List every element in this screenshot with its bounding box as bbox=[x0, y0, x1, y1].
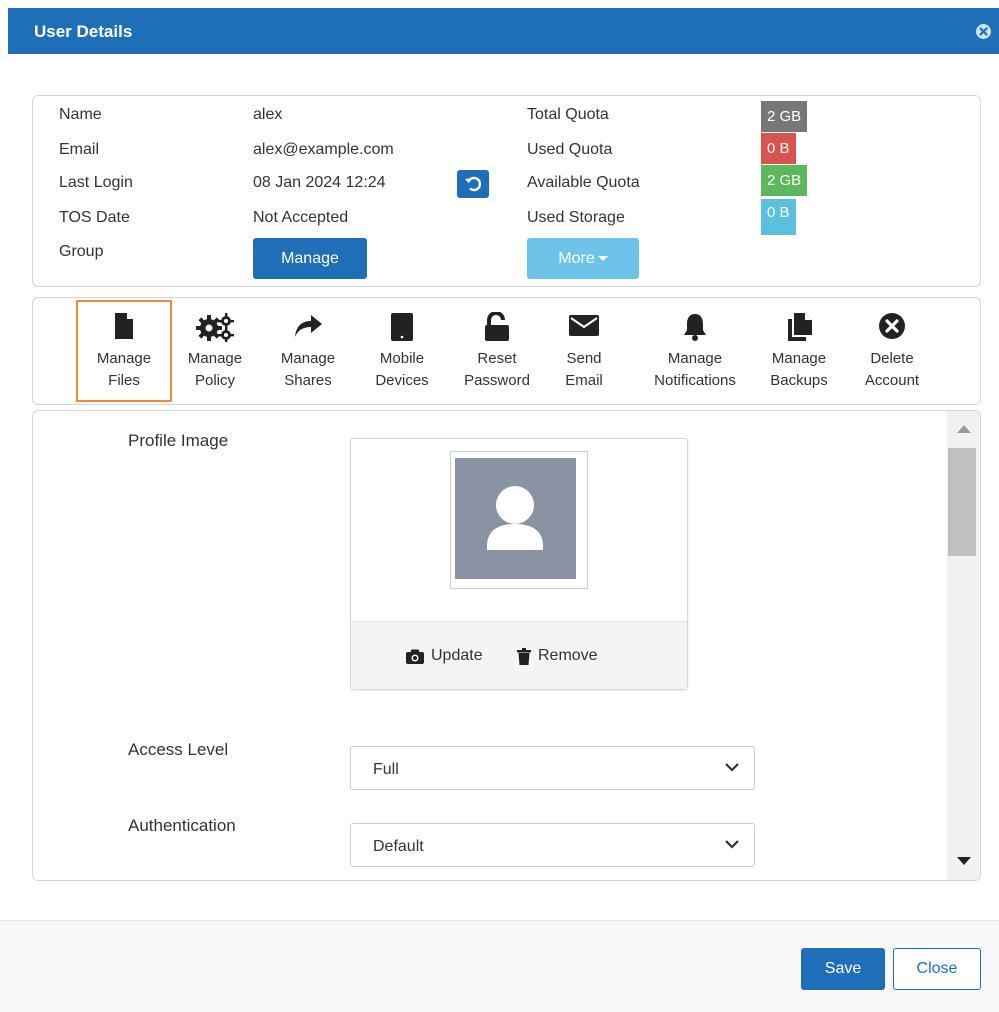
manage-notifications-label2: Notifications bbox=[654, 372, 736, 389]
scrollbar-thumb[interactable] bbox=[948, 448, 976, 556]
email-value: alex@example.com bbox=[253, 141, 394, 158]
reset-login-button[interactable] bbox=[457, 170, 489, 198]
available-quota-label: Available Quota bbox=[527, 174, 640, 191]
more-dropdown-button[interactable]: More bbox=[527, 238, 639, 279]
caret-down-icon bbox=[597, 256, 608, 262]
vertical-scrollbar[interactable] bbox=[947, 411, 980, 880]
mobile-devices-label2: Devices bbox=[375, 372, 429, 389]
email-label: Email bbox=[59, 141, 100, 158]
user-settings-panel: Profile Image Update Remove Access Level… bbox=[32, 410, 981, 881]
more-button-label: More bbox=[558, 250, 595, 267]
manage-shares-button[interactable]: Manage Shares bbox=[262, 302, 354, 400]
mobile-devices-label1: Mobile bbox=[379, 350, 425, 367]
tos-date-value: Not Accepted bbox=[253, 209, 349, 226]
available-quota-badge: 2 GB bbox=[761, 165, 808, 196]
reset-password-label1: Reset bbox=[477, 350, 517, 367]
group-manage-button[interactable]: Manage bbox=[253, 238, 367, 279]
manage-shares-label2: Shares bbox=[284, 372, 332, 389]
dialog-title: User Details bbox=[34, 22, 133, 41]
manage-shares-label1: Manage bbox=[280, 350, 336, 367]
reset-password-button[interactable]: Reset Password bbox=[451, 302, 543, 400]
manage-files-button[interactable]: Manage Files bbox=[76, 300, 172, 402]
delete-account-button[interactable]: Delete Account bbox=[846, 302, 938, 400]
tablet-icon bbox=[391, 313, 413, 341]
name-value: alex bbox=[253, 106, 283, 123]
access-level-value: Full bbox=[373, 761, 399, 778]
authentication-select[interactable]: Default bbox=[350, 823, 755, 867]
close-button[interactable]: Close bbox=[893, 948, 981, 990]
access-level-label: Access Level bbox=[128, 740, 229, 759]
manage-backups-label2: Backups bbox=[770, 372, 828, 389]
gears-icon bbox=[196, 313, 234, 342]
manage-files-label2: Files bbox=[108, 372, 140, 389]
profile-card-footer: Update Remove bbox=[351, 621, 687, 689]
delete-circle-icon bbox=[879, 313, 905, 339]
close-icon[interactable] bbox=[976, 24, 991, 39]
send-email-button[interactable]: Send Email bbox=[538, 302, 630, 400]
used-storage-badge: 0 B bbox=[761, 199, 796, 235]
scroll-down-arrow-icon[interactable] bbox=[957, 857, 971, 865]
access-level-select[interactable]: Full bbox=[350, 746, 755, 790]
manage-policy-button[interactable]: Manage Policy bbox=[169, 302, 261, 400]
total-quota-badge: 2 GB bbox=[761, 101, 808, 132]
delete-account-label1: Delete bbox=[870, 350, 914, 367]
files-icon bbox=[788, 313, 812, 341]
used-quota-badge: 0 B bbox=[761, 133, 796, 164]
scroll-up-arrow-icon[interactable] bbox=[957, 425, 971, 433]
authentication-value: Default bbox=[373, 838, 424, 855]
authentication-label: Authentication bbox=[128, 816, 236, 835]
avatar-frame bbox=[450, 451, 588, 589]
manage-notifications-button[interactable]: Manage Notifications bbox=[641, 302, 749, 400]
name-label: Name bbox=[59, 106, 102, 123]
avatar bbox=[455, 458, 576, 579]
send-email-label1: Send bbox=[566, 350, 602, 367]
remove-label: Remove bbox=[538, 647, 598, 664]
used-storage-label: Used Storage bbox=[527, 209, 625, 226]
mobile-devices-button[interactable]: Mobile Devices bbox=[356, 302, 448, 400]
dialog-titlebar: User Details bbox=[8, 8, 999, 54]
envelope-icon bbox=[569, 315, 599, 336]
profile-image-card: Update Remove bbox=[350, 438, 688, 690]
last-login-value: 08 Jan 2024 12:24 bbox=[253, 174, 386, 191]
profile-image-label: Profile Image bbox=[128, 431, 229, 450]
manage-backups-label1: Manage bbox=[771, 350, 827, 367]
chevron-down-icon bbox=[725, 763, 739, 772]
trash-icon bbox=[517, 647, 531, 665]
manage-files-label1: Manage bbox=[96, 350, 152, 367]
remove-photo-button[interactable]: Remove bbox=[517, 647, 598, 665]
share-icon bbox=[295, 315, 322, 337]
tos-date-label: TOS Date bbox=[59, 209, 130, 226]
save-button[interactable]: Save bbox=[801, 948, 885, 990]
manage-policy-label2: Policy bbox=[194, 372, 235, 389]
camera-icon bbox=[406, 649, 424, 664]
send-email-label2: Email bbox=[565, 372, 603, 389]
undo-icon bbox=[465, 176, 482, 192]
bell-icon bbox=[684, 314, 706, 341]
total-quota-label: Total Quota bbox=[527, 106, 609, 123]
manage-policy-label1: Manage bbox=[187, 350, 243, 367]
user-silhouette-icon bbox=[487, 486, 543, 550]
update-label: Update bbox=[431, 647, 483, 664]
file-icon bbox=[115, 313, 133, 339]
delete-account-label2: Account bbox=[864, 372, 920, 389]
reset-password-label2: Password bbox=[464, 372, 530, 389]
manage-backups-button[interactable]: Manage Backups bbox=[753, 302, 845, 400]
unlock-icon bbox=[485, 312, 509, 341]
update-photo-button[interactable]: Update bbox=[406, 647, 483, 665]
manage-notifications-label1: Manage bbox=[667, 350, 723, 367]
chevron-down-icon bbox=[725, 840, 739, 849]
group-label: Group bbox=[59, 243, 104, 260]
user-info-panel bbox=[32, 95, 981, 287]
last-login-label: Last Login bbox=[59, 174, 133, 191]
used-quota-label: Used Quota bbox=[527, 141, 613, 158]
